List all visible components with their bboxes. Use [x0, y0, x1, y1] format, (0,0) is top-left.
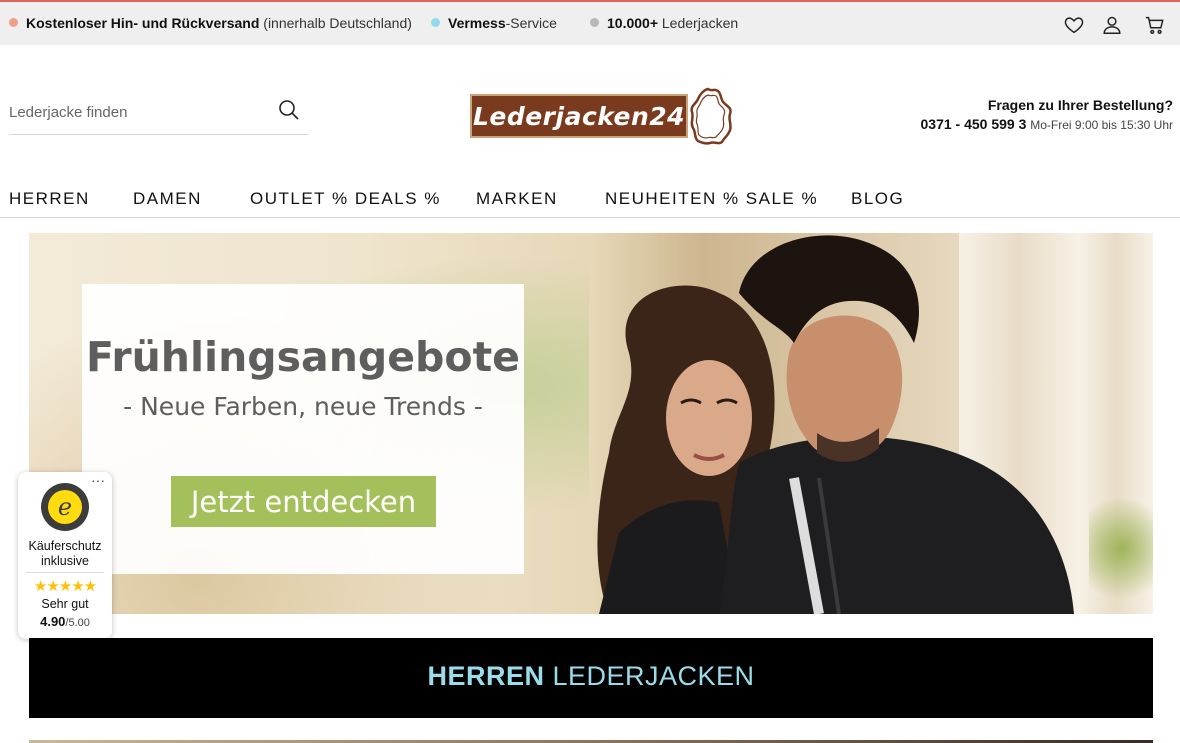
top-usp-bar: Kostenloser Hin- und Rückversand (innerh… [0, 0, 1180, 45]
rating-score: 4.90/5.00 [18, 614, 112, 629]
hero-couple-image [597, 235, 1074, 614]
category-banner-herren[interactable]: HERREN LEDERJACKEN [29, 638, 1153, 718]
category-title-bold: HERREN [427, 661, 545, 691]
nav-item-damen[interactable]: DAMEN [133, 189, 202, 209]
rating-stars: ★★★★★ [33, 578, 97, 595]
site-logo[interactable]: Lederjacken24 [470, 86, 736, 146]
score-max: /5.00 [65, 617, 90, 629]
rating-grade: Sehr gut [41, 597, 89, 611]
hotline-question: Fragen zu Ihrer Bestellung? [987, 97, 1173, 113]
hero-subtitle: - Neue Farben, neue Trends - [123, 392, 483, 421]
usp-dot-icon [9, 18, 18, 27]
logo-box: Lederjacken24 [470, 94, 688, 138]
heart-icon[interactable] [1063, 14, 1085, 36]
nav-item-marken[interactable]: MARKEN [476, 189, 558, 209]
usp-text: (innerhalb Deutschland) [259, 15, 412, 31]
trusted-shops-badge[interactable]: ··· e Käuferschutz inklusive ★★★★★ Sehr … [18, 472, 112, 639]
category-title: HERREN LEDERJACKEN [427, 661, 754, 692]
hero-foliage [1089, 483, 1153, 614]
usp-bold: Vermess [448, 15, 506, 31]
more-options-icon[interactable]: ··· [91, 472, 105, 488]
category-title-rest: LEDERJACKEN [544, 661, 755, 691]
usp-jacket-count: 10.000+ Lederjacken [590, 15, 738, 31]
search-input[interactable] [9, 104, 269, 121]
main-navigation: HERREN DAMEN OUTLET % DEALS % MARKEN NEU… [0, 186, 1180, 218]
svg-text:e: e [58, 493, 72, 521]
hero-banner[interactable]: Frühlingsangebote - Neue Farben, neue Tr… [29, 233, 1153, 614]
usp-measure-service: Vermess-Service [431, 15, 557, 31]
leather-hide-icon [690, 87, 732, 145]
usp-free-shipping: Kostenloser Hin- und Rückversand (innerh… [9, 15, 412, 31]
usp-text: -Service [505, 15, 557, 31]
usp-text: Lederjacken [658, 15, 739, 31]
trusted-shops-seal-icon: e [41, 483, 89, 531]
nav-item-neuheiten-sale[interactable]: NEUHEITEN % SALE % [605, 189, 818, 209]
cart-icon[interactable] [1144, 14, 1166, 36]
nav-item-herren[interactable]: HERREN [9, 189, 90, 209]
score-value: 4.90 [40, 614, 66, 629]
divider [26, 572, 104, 573]
discover-button[interactable]: Jetzt entdecken [171, 476, 436, 527]
hero-title: Frühlingsangebote [86, 333, 520, 381]
hotline-line: 0371 - 450 599 3 Mo-Frei 9:00 bis 15:30 … [921, 116, 1174, 132]
nav-item-outlet-deals[interactable]: OUTLET % DEALS % [250, 189, 441, 209]
hero-text-panel: Frühlingsangebote - Neue Farben, neue Tr… [82, 284, 524, 574]
hotline-info: Fragen zu Ihrer Bestellung? 0371 - 450 5… [921, 97, 1174, 132]
usp-dot-icon [590, 18, 599, 27]
user-icon[interactable] [1101, 14, 1123, 36]
search-icon[interactable] [277, 98, 301, 122]
hotline-hours: Mo-Frei 9:00 bis 15:30 Uhr [1030, 118, 1173, 132]
hotline-number[interactable]: 0371 - 450 599 3 [921, 116, 1027, 132]
usp-dot-icon [431, 18, 440, 27]
usp-bold: 10.000+ [607, 15, 658, 31]
buyer-protection-label: Käuferschutz inklusive [28, 539, 102, 568]
search-bar [9, 92, 308, 135]
usp-bold: Kostenloser Hin- und Rückversand [26, 15, 260, 31]
logo-text: Lederjacken24 [472, 101, 686, 131]
nav-item-blog[interactable]: BLOG [851, 189, 904, 209]
